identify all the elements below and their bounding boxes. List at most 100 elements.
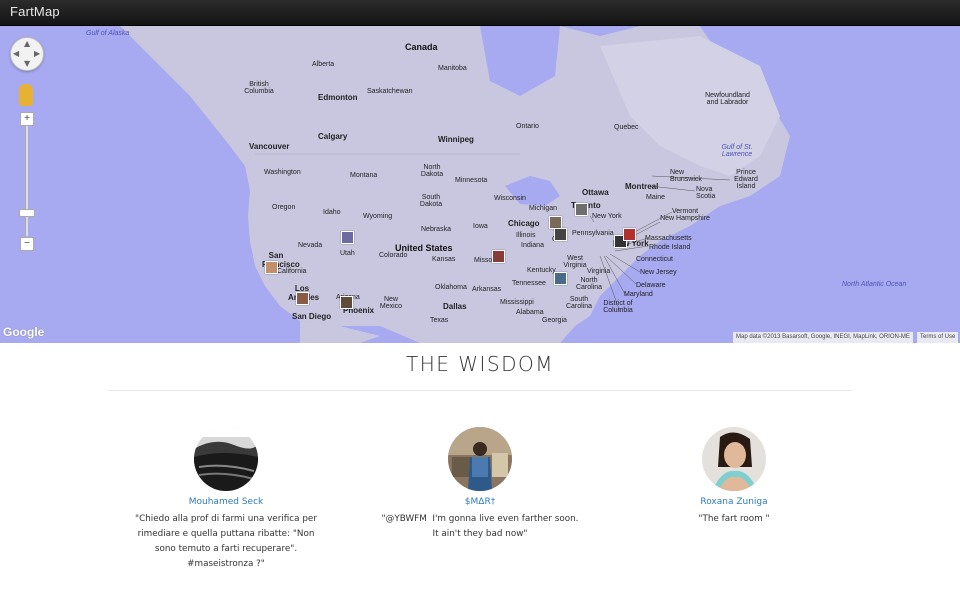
brand-logo[interactable]: FartMap: [10, 4, 60, 19]
map-label-calgary: Calgary: [318, 132, 348, 141]
tweet-pin[interactable]: [296, 292, 309, 305]
map-label-quebec: Quebec: [614, 124, 639, 131]
map-label-new-mexico: New Mexico: [379, 296, 403, 310]
map-label-montana: Montana: [350, 172, 378, 179]
map-label-new-brunswick: New Brunswick: [670, 169, 702, 183]
map-label-wisconsin: Wisconsin: [494, 195, 526, 202]
tweet-pin[interactable]: [492, 250, 505, 263]
pan-right-icon[interactable]: ▶: [34, 49, 40, 58]
pan-down-icon[interactable]: ▼: [24, 59, 30, 68]
map-label-nova-scotia: Nova Scotia: [696, 186, 716, 200]
map-label-south-dakota: South Dakota: [419, 194, 443, 208]
map-label-arkansas: Arkansas: [472, 286, 502, 293]
map-label-vermont: Vermont: [672, 208, 699, 215]
tweet-pin[interactable]: [623, 228, 636, 241]
tweet-pin[interactable]: [575, 203, 588, 216]
map-label-dallas: Dallas: [443, 302, 467, 311]
zoom-slider-track[interactable]: [25, 126, 28, 236]
map-label-winnipeg: Winnipeg: [438, 135, 474, 144]
map-label-canada: Canada: [405, 42, 438, 52]
user-name-link[interactable]: Mouhamed Seck: [126, 497, 326, 507]
zoom-out-button[interactable]: −: [20, 237, 34, 251]
top-navbar: FartMap: [0, 0, 960, 26]
pan-up-icon[interactable]: ▲: [24, 39, 30, 48]
map-label-san-diego: San Diego: [292, 312, 332, 321]
map-label-new-york: New York: [592, 213, 622, 220]
street-view-pegman-icon[interactable]: [19, 84, 33, 106]
map-label-oregon: Oregon: [272, 204, 296, 211]
map-label-alberta: Alberta: [312, 61, 335, 68]
divider: [108, 390, 852, 391]
avatar: [702, 427, 766, 491]
wisdom-card: Roxana Zuniga "The fart room ￼￼": [634, 427, 834, 527]
map-label-newfoundland: Newfoundland and Labrador: [705, 92, 750, 106]
zoom-slider-thumb[interactable]: [19, 209, 35, 217]
avatar: [448, 427, 512, 491]
map-label-virginia: Virginia: [587, 268, 611, 275]
map-label-gulf-stlawrence: Gulf of St. Lawrence: [721, 144, 753, 158]
tweet-pin[interactable]: [341, 231, 354, 244]
map-label-new-hampshire: New Hampshire: [660, 215, 710, 222]
map-label-colorado: Colorado: [379, 252, 408, 259]
user-name-link[interactable]: Roxana Zuniga: [634, 497, 834, 507]
tweet-pin[interactable]: [265, 261, 278, 274]
map-label-ottawa: Ottawa: [582, 188, 609, 197]
map-label-maryland: Maryland: [624, 291, 653, 298]
tweet-pin[interactable]: [554, 228, 567, 241]
google-logo[interactable]: Google: [3, 325, 44, 339]
map-label-california: California: [277, 268, 307, 275]
map-label-mississippi: Mississippi: [500, 299, 534, 306]
map-label-west-virginia: West Virginia: [563, 255, 587, 269]
map-label-washington: Washington: [264, 169, 301, 176]
user-name-link[interactable]: $MΔR†: [380, 497, 580, 507]
map-attribution: Map data ©2013 Basarsoft, Google, INEGI,…: [733, 332, 913, 343]
map-label-saskatchewan: Saskatchewan: [367, 88, 413, 95]
terms-of-use-link[interactable]: Terms of Use: [917, 332, 959, 343]
map-label-pennsylvania: Pennsylvania: [572, 230, 614, 237]
map-label-iowa: Iowa: [473, 223, 488, 230]
map-label-connecticut: Connecticut: [636, 256, 673, 263]
map-label-minnesota: Minnesota: [455, 177, 488, 184]
zoom-in-button[interactable]: +: [20, 112, 34, 126]
map-label-chicago: Chicago: [508, 219, 540, 228]
map-label-delaware: Delaware: [636, 282, 666, 289]
map-label-pei: Prince Edward Island: [734, 169, 758, 190]
map-label-idaho: Idaho: [323, 209, 341, 216]
map-label-manitoba: Manitoba: [438, 65, 467, 72]
map-label-michigan: Michigan: [529, 205, 558, 212]
map-terrain: [120, 26, 790, 343]
map-label-kentucky: Kentucky: [527, 267, 556, 274]
tweet-quote: "The fart room ￼￼": [698, 514, 770, 524]
map-label-nevada: Nevada: [298, 242, 323, 249]
map-label-gulf-alaska: Gulf of Alaska: [86, 30, 130, 37]
section-title: THE WISDOM: [405, 352, 555, 376]
map-label-south-carolina: South Carolina: [565, 296, 593, 310]
tweet-quote: "Chiedo alla prof di farmi una verifica …: [135, 514, 317, 569]
map-label-utah: Utah: [340, 250, 355, 257]
map-label-north-carolina: North Carolina: [575, 277, 603, 291]
tweet-pin[interactable]: [554, 272, 567, 285]
map-label-tennessee: Tennessee: [512, 280, 546, 287]
map-label-rhode-island: Rhode Island: [649, 244, 691, 251]
map-label-kansas: Kansas: [432, 256, 456, 263]
map-label-vancouver: Vancouver: [249, 142, 290, 151]
map-label-montreal: Montreal: [625, 182, 659, 191]
map-label-dc: District of Columbia: [603, 300, 633, 314]
avatar: [194, 427, 258, 491]
map-label-north-dakota: North Dakota: [420, 164, 444, 178]
map-label-alabama: Alabama: [516, 309, 544, 316]
pan-control[interactable]: ▲ ▼ ◀ ▶: [10, 37, 44, 71]
tweet-quote: "@YBWFM ￼ I'm gonna live even farther so…: [381, 514, 579, 539]
map-label-ontario: Ontario: [516, 123, 539, 130]
map-view[interactable]: Gulf of Alaska Canada Alberta Manitoba B…: [0, 26, 960, 343]
map-label-indiana: Indiana: [521, 242, 544, 249]
map-label-edmonton: Edmonton: [318, 93, 358, 102]
wisdom-card: Mouhamed Seck "Chiedo alla prof di farmi…: [126, 427, 326, 572]
map-label-maine: Maine: [646, 194, 666, 201]
map-label-oklahoma: Oklahoma: [435, 284, 467, 291]
pan-left-icon[interactable]: ◀: [13, 49, 19, 58]
map-label-texas: Texas: [430, 317, 449, 324]
map-label-north-atlantic: North Atlantic Ocean: [842, 281, 907, 288]
tweet-pin[interactable]: [340, 296, 353, 309]
wisdom-card: $MΔR† "@YBWFM ￼ I'm gonna live even fart…: [380, 427, 580, 542]
